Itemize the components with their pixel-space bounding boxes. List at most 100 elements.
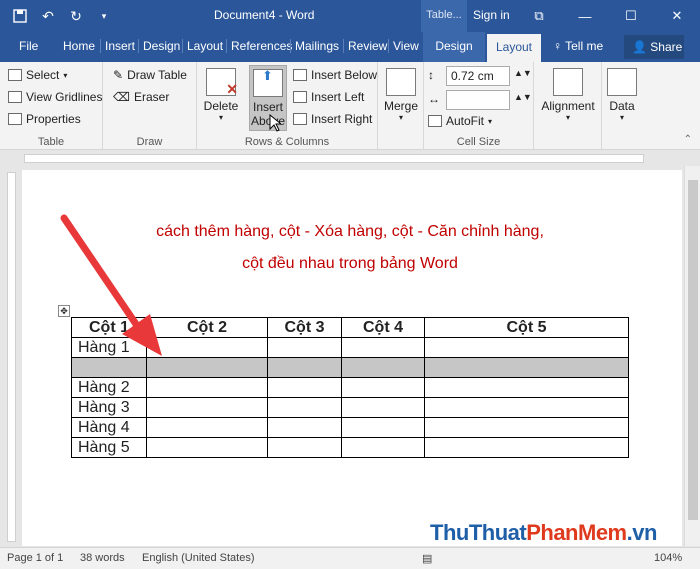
table-header-cell[interactable]: Cột 2: [146, 317, 268, 338]
table-cell[interactable]: [424, 377, 629, 398]
table-header-cell[interactable]: Cột 3: [267, 317, 342, 338]
row-height-spinner[interactable]: ▲▼: [514, 68, 532, 78]
table-cell[interactable]: [424, 357, 629, 378]
table-cell[interactable]: Hàng 4: [71, 417, 147, 438]
table-cell[interactable]: [267, 337, 342, 358]
eraser-button[interactable]: ⌫ Eraser: [113, 90, 169, 104]
table-cell[interactable]: [341, 397, 425, 418]
table-header-cell[interactable]: Cột 5: [424, 317, 629, 338]
tab-view[interactable]: View: [388, 39, 419, 53]
tab-file[interactable]: File: [19, 39, 38, 53]
minimize-icon[interactable]: —: [562, 0, 608, 32]
insert-right-button[interactable]: Insert Right: [293, 112, 372, 126]
tell-me-box[interactable]: ♀ Tell me: [553, 39, 603, 53]
read-mode-icon[interactable]: ▤: [422, 552, 432, 565]
insert-below-button[interactable]: Insert Below: [293, 68, 377, 82]
table-cell[interactable]: Hàng 1: [71, 337, 147, 358]
collapse-ribbon-icon[interactable]: ⌃: [684, 134, 692, 145]
table-cell[interactable]: [267, 397, 342, 418]
eraser-label: Eraser: [133, 90, 170, 104]
alignment-button[interactable]: Alignment ▾: [538, 68, 598, 122]
tab-references[interactable]: References: [226, 39, 292, 53]
table-row: Hàng 3: [71, 397, 629, 418]
customize-icon[interactable]: ▾: [92, 4, 116, 28]
table-cell[interactable]: Hàng 5: [71, 437, 147, 458]
redo-icon[interactable]: ↻: [64, 4, 88, 28]
tab-insert[interactable]: Insert: [100, 39, 135, 53]
table-cell[interactable]: [267, 357, 342, 378]
insert-left-label: Insert Left: [311, 90, 365, 104]
table-cell[interactable]: Hàng 3: [71, 397, 147, 418]
merge-button[interactable]: Merge ▾: [384, 68, 418, 122]
table-cell[interactable]: [424, 417, 629, 438]
maximize-icon[interactable]: ☐: [608, 0, 654, 32]
document-heading-line1: cách thêm hàng, cột - Xóa hàng, cột - Că…: [156, 223, 544, 240]
language-indicator[interactable]: English (United States): [142, 552, 255, 564]
table-header-cell[interactable]: Cột 1: [71, 317, 147, 338]
properties-button[interactable]: Properties: [8, 112, 81, 126]
document-title: Document4 - Word: [214, 8, 315, 22]
group-draw: ✎ Draw Table ⌫ Eraser Draw: [103, 62, 197, 150]
table-cell[interactable]: [424, 397, 629, 418]
undo-icon[interactable]: ↶: [36, 4, 60, 28]
table-cell[interactable]: [424, 437, 629, 458]
view-gridlines-button[interactable]: View Gridlines: [8, 90, 102, 104]
row-height-control: ↕: [428, 68, 434, 82]
tab-layout[interactable]: Layout: [182, 39, 223, 53]
table-cell[interactable]: [146, 377, 268, 398]
table-cell[interactable]: [341, 377, 425, 398]
tab-home[interactable]: Home: [63, 39, 95, 53]
tab-review[interactable]: Review: [343, 39, 387, 53]
tell-me-label: Tell me: [565, 39, 604, 53]
table-cell[interactable]: Hàng 2: [71, 377, 147, 398]
insert-right-icon: [293, 113, 307, 125]
page-count[interactable]: Page 1 of 1: [7, 552, 63, 564]
save-icon[interactable]: [8, 4, 32, 28]
delete-button[interactable]: ✕ Delete ▾: [203, 68, 239, 122]
insert-above-icon: ⬆: [253, 68, 283, 97]
tab-table-design[interactable]: Design: [423, 32, 485, 62]
table-move-handle-icon[interactable]: ✥: [58, 305, 70, 317]
table-header-row: Cột 1 Cột 2 Cột 3 Cột 4 Cột 5: [71, 317, 629, 338]
select-button[interactable]: Select ▾: [8, 68, 67, 82]
table-cell[interactable]: [341, 437, 425, 458]
column-width-spinner[interactable]: ▲▼: [514, 92, 532, 102]
chevron-down-icon: ▾: [63, 70, 68, 80]
table-cell[interactable]: [146, 417, 268, 438]
table-header-cell[interactable]: Cột 4: [341, 317, 425, 338]
watermark-part3: .vn: [626, 520, 658, 545]
data-button[interactable]: Data ▾: [606, 68, 638, 122]
table-cell[interactable]: [267, 417, 342, 438]
person-icon: 👤: [632, 40, 651, 54]
tab-design[interactable]: Design: [138, 39, 180, 53]
tab-mailings[interactable]: Mailings: [290, 39, 339, 53]
column-width-input[interactable]: [446, 90, 510, 110]
gridlines-icon: [8, 91, 22, 103]
table-cell[interactable]: [424, 337, 629, 358]
insert-left-button[interactable]: Insert Left: [293, 90, 364, 104]
tab-table-layout[interactable]: Layout: [487, 34, 541, 62]
table-cell[interactable]: [146, 437, 268, 458]
table-cell[interactable]: [341, 417, 425, 438]
table-cell[interactable]: [71, 357, 147, 378]
zoom-level[interactable]: 104%: [654, 552, 682, 564]
autofit-button[interactable]: AutoFit ▾: [428, 114, 492, 128]
group-label-draw: Draw: [136, 136, 163, 148]
table-cell[interactable]: [341, 357, 425, 378]
sign-in-link[interactable]: Sign in: [473, 8, 510, 22]
table-cell[interactable]: [146, 357, 268, 378]
table-cell[interactable]: [146, 337, 268, 358]
watermark-part1: ThuThuat: [430, 520, 527, 545]
share-button[interactable]: 👤 Share: [624, 35, 684, 59]
table-cell[interactable]: [267, 437, 342, 458]
close-icon[interactable]: ✕: [654, 0, 700, 32]
word-count[interactable]: 38 words: [80, 552, 125, 564]
row-height-input[interactable]: 0.72 cm: [446, 66, 510, 86]
table-cell[interactable]: [341, 337, 425, 358]
ribbon-display-icon[interactable]: ⧉: [516, 0, 562, 32]
insert-above-button[interactable]: ⬆ Insert Above: [249, 65, 287, 131]
table-cell[interactable]: [146, 397, 268, 418]
document-table[interactable]: Cột 1 Cột 2 Cột 3 Cột 4 Cột 5 Hàng 1 Hàn…: [71, 317, 629, 458]
table-cell[interactable]: [267, 377, 342, 398]
draw-table-button[interactable]: ✎ Draw Table: [113, 68, 187, 82]
